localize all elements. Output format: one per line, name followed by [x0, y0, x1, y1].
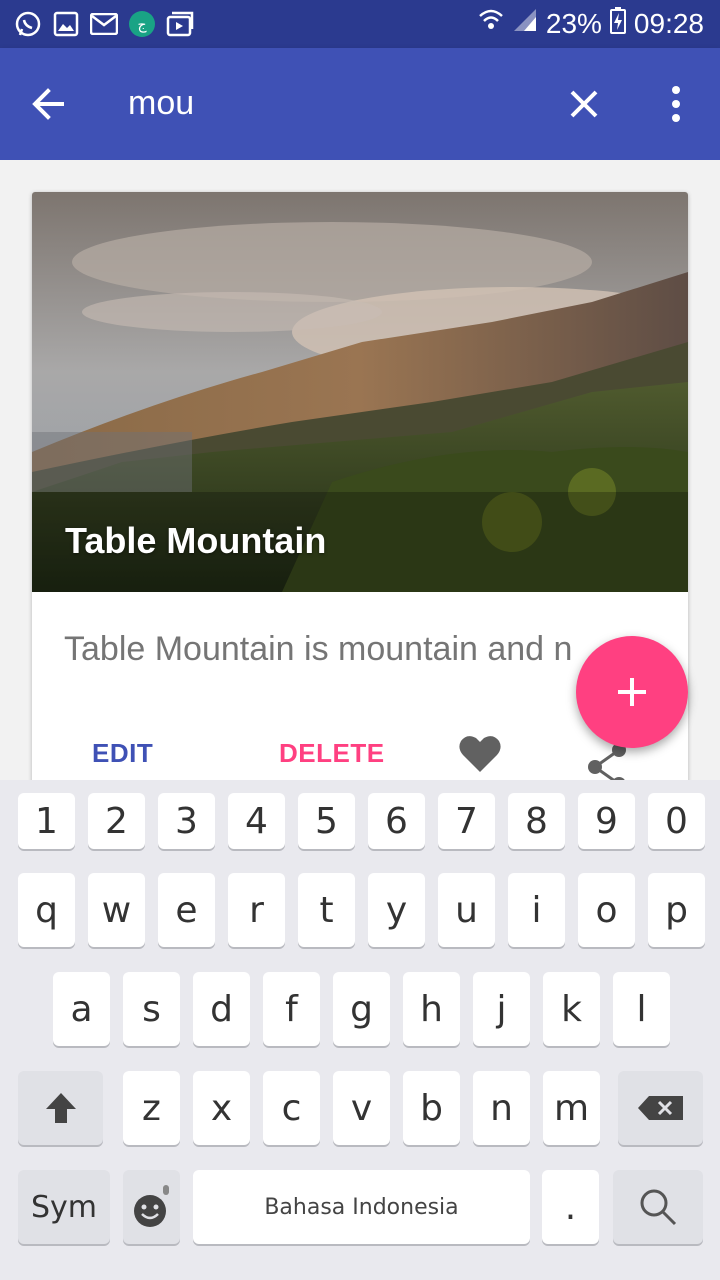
key-7[interactable]: 7: [438, 793, 495, 849]
emoji-icon: [133, 1185, 169, 1227]
key-n[interactable]: n: [473, 1071, 530, 1145]
key-t[interactable]: t: [298, 873, 355, 947]
key-s[interactable]: s: [123, 972, 180, 1046]
key-2[interactable]: 2: [88, 793, 145, 849]
period-key[interactable]: .: [542, 1170, 599, 1244]
card-title: Table Mountain: [65, 520, 327, 561]
key-m[interactable]: m: [543, 1071, 600, 1145]
add-button[interactable]: [576, 636, 688, 748]
key-5[interactable]: 5: [298, 793, 355, 849]
sym-key[interactable]: Sym: [18, 1170, 110, 1244]
key-l[interactable]: l: [613, 972, 670, 1046]
key-i[interactable]: i: [508, 873, 565, 947]
plus-icon: [618, 678, 646, 706]
battery-percent: 23%: [545, 7, 602, 39]
battery-charging-icon: [609, 6, 626, 41]
app-notification-icon: ج: [128, 10, 156, 38]
search-key[interactable]: [613, 1170, 703, 1244]
email-icon: [90, 10, 118, 38]
soft-keyboard: 1234567890 qwertyuiop asdfghjkl zxcvbnm …: [0, 780, 720, 1280]
key-d[interactable]: d: [193, 972, 250, 1046]
key-z[interactable]: z: [123, 1071, 180, 1145]
key-6[interactable]: 6: [368, 793, 425, 849]
card-image: Table Mountain: [32, 192, 688, 592]
notification-icons: ج: [14, 10, 194, 38]
key-g[interactable]: g: [333, 972, 390, 1046]
key-1[interactable]: 1: [18, 793, 75, 849]
close-icon[interactable]: [562, 82, 606, 126]
whatsapp-icon: [14, 10, 42, 38]
heart-icon[interactable]: [457, 732, 503, 776]
key-p[interactable]: p: [648, 873, 705, 947]
space-key[interactable]: Bahasa Indonesia: [193, 1170, 530, 1244]
key-q[interactable]: q: [18, 873, 75, 947]
status-bar: ج 23% 09:28: [0, 0, 720, 48]
key-v[interactable]: v: [333, 1071, 390, 1145]
key-c[interactable]: c: [263, 1071, 320, 1145]
key-r[interactable]: r: [228, 873, 285, 947]
key-9[interactable]: 9: [578, 793, 635, 849]
key-8[interactable]: 8: [508, 793, 565, 849]
search-app-bar: mou: [0, 48, 720, 160]
signal-icon: [512, 7, 538, 40]
arrow-back-icon[interactable]: [28, 82, 72, 126]
backspace-key[interactable]: [618, 1071, 703, 1145]
card-actions: EDIT DELETE: [32, 732, 688, 780]
shift-key[interactable]: [18, 1071, 103, 1145]
edit-button[interactable]: EDIT: [92, 738, 153, 769]
key-4[interactable]: 4: [228, 793, 285, 849]
key-0[interactable]: 0: [648, 793, 705, 849]
key-3[interactable]: 3: [158, 793, 215, 849]
shift-icon: [45, 1093, 76, 1123]
card-description: Table Mountain is mountain and n: [64, 630, 573, 668]
key-h[interactable]: h: [403, 972, 460, 1046]
key-w[interactable]: w: [88, 873, 145, 947]
key-a[interactable]: a: [53, 972, 110, 1046]
clock: 09:28: [633, 7, 704, 39]
key-j[interactable]: j: [473, 972, 530, 1046]
wifi-icon: [478, 6, 504, 41]
key-o[interactable]: o: [578, 873, 635, 947]
key-x[interactable]: x: [193, 1071, 250, 1145]
svg-text:ج: ج: [137, 17, 147, 33]
search-icon: [640, 1189, 677, 1226]
more-vert-icon[interactable]: [656, 82, 696, 126]
key-b[interactable]: b: [403, 1071, 460, 1145]
delete-button[interactable]: DELETE: [279, 738, 385, 769]
system-status: 23% 09:28: [478, 6, 704, 41]
key-e[interactable]: e: [158, 873, 215, 947]
emoji-key[interactable]: [123, 1170, 180, 1244]
share-icon[interactable]: [585, 742, 631, 780]
key-k[interactable]: k: [543, 972, 600, 1046]
backspace-icon: [637, 1096, 683, 1120]
key-y[interactable]: y: [368, 873, 425, 947]
media-icon: [166, 10, 194, 38]
key-u[interactable]: u: [438, 873, 495, 947]
key-f[interactable]: f: [263, 972, 320, 1046]
search-query-input[interactable]: mou: [128, 84, 194, 123]
gallery-icon: [52, 10, 80, 38]
